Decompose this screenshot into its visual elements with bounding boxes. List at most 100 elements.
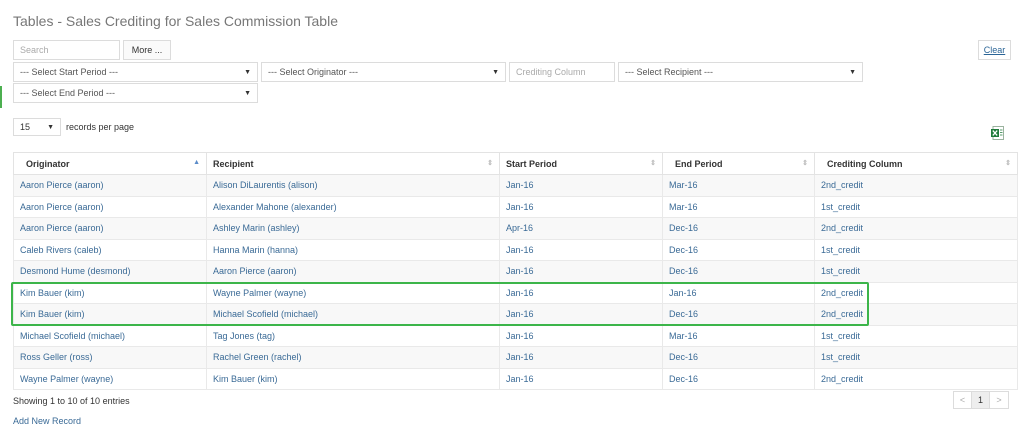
cell-end-period[interactable]: Jan-16 [662,282,815,304]
cell-recipient[interactable]: Rachel Green (rachel) [206,346,500,369]
cell-end-period[interactable]: Dec-16 [662,217,815,240]
sort-icon: ⇕ [650,160,656,167]
cell-end-period[interactable]: Dec-16 [662,260,815,283]
table-row[interactable]: Michael Scofield (michael) Tag Jones (tag… [13,325,1018,347]
table-row[interactable]: Aaron Pierce (aaron) Alison DiLaurentis (… [13,174,1018,197]
sort-icon: ⇕ [1005,160,1011,167]
add-new-record-link[interactable]: Add New Record [13,416,81,426]
cell-start-period[interactable]: Apr-16 [499,217,663,240]
table-row[interactable]: Aaron Pierce (aaron) Alexander Mahone (al… [13,196,1018,218]
more-button[interactable]: More ... [123,40,171,60]
cell-originator[interactable]: Kim Bauer (kim) [13,303,207,326]
cell-originator[interactable]: Desmond Hume (desmond) [13,260,207,283]
cell-originator[interactable]: Caleb Rivers (caleb) [13,239,207,261]
end-period-value: --- Select End Period --- [20,88,116,98]
crediting-column-input[interactable]: Crediting Column [509,62,615,82]
cell-start-period[interactable]: Jan-16 [499,196,663,218]
start-period-select[interactable]: --- Select Start Period --- ▼ [13,62,258,82]
cell-originator[interactable]: Aaron Pierce (aaron) [13,196,207,218]
recipient-select[interactable]: --- Select Recipient --- ▼ [618,62,863,82]
cell-start-period[interactable]: Jan-16 [499,174,663,197]
cell-originator[interactable]: Kim Bauer (kim) [13,282,207,304]
records-per-page-value: 15 [20,122,31,132]
table-row[interactable]: Ross Geller (ross) Rachel Green (rachel) J… [13,346,1018,369]
column-header-start-period[interactable]: Start Period ⇕ [499,152,663,175]
search-input[interactable]: Search [13,40,120,60]
column-header-originator[interactable]: Originator ▲ [13,152,207,175]
cell-recipient[interactable]: Ashley Marin (ashley) [206,217,500,240]
cell-start-period[interactable]: Jan-16 [499,325,663,347]
pagination-prev-button[interactable]: < [954,392,972,408]
start-period-value: --- Select Start Period --- [20,67,119,77]
chevron-down-icon: ▼ [849,68,856,76]
chevron-down-icon: ▼ [244,68,251,76]
cell-recipient[interactable]: Tag Jones (tag) [206,325,500,347]
table-header-row: Originator ▲ Recipient ⇕ Start Period ⇕ … [13,152,1018,175]
page-title: Tables - Sales Crediting for Sales Commi… [13,13,338,29]
chevron-down-icon: ▼ [244,89,251,97]
cell-end-period[interactable]: Dec-16 [662,303,815,326]
cell-end-period[interactable]: Mar-16 [662,325,815,347]
cell-crediting-column[interactable]: 1st_credit [814,346,1018,369]
cell-end-period[interactable]: Dec-16 [662,346,815,369]
cell-recipient[interactable]: Alison DiLaurentis (alison) [206,174,500,197]
left-accent-bar [0,86,2,108]
cell-crediting-column[interactable]: 2nd_credit [814,368,1018,390]
cell-recipient[interactable]: Wayne Palmer (wayne) [206,282,500,304]
end-period-select[interactable]: --- Select End Period --- ▼ [13,83,258,103]
cell-crediting-column[interactable]: 2nd_credit [814,174,1018,197]
cell-crediting-column[interactable]: 1st_credit [814,196,1018,218]
cell-recipient[interactable]: Hanna Marin (hanna) [206,239,500,261]
cell-originator[interactable]: Wayne Palmer (wayne) [13,368,207,390]
cell-end-period[interactable]: Dec-16 [662,368,815,390]
cell-start-period[interactable]: Jan-16 [499,239,663,261]
originator-value: --- Select Originator --- [268,67,359,77]
records-per-page-select[interactable]: 15 ▼ [13,118,61,136]
cell-end-period[interactable]: Dec-16 [662,239,815,261]
pagination-page-button[interactable]: 1 [972,392,990,408]
table-row[interactable]: Kim Bauer (kim) Wayne Palmer (wayne) Jan-1… [13,282,1018,304]
cell-crediting-column[interactable]: 1st_credit [814,325,1018,347]
cell-crediting-column[interactable]: 2nd_credit [814,303,1018,326]
chevron-down-icon: ▼ [47,123,54,131]
table-row[interactable]: Kim Bauer (kim) Michael Scofield (michael… [13,303,1018,326]
cell-start-period[interactable]: Jan-16 [499,260,663,283]
cell-crediting-column[interactable]: 1st_credit [814,239,1018,261]
cell-start-period[interactable]: Jan-16 [499,368,663,390]
recipient-value: --- Select Recipient --- [625,67,714,77]
cell-originator[interactable]: Aaron Pierce (aaron) [13,174,207,197]
cell-start-period[interactable]: Jan-16 [499,282,663,304]
cell-end-period[interactable]: Mar-16 [662,174,815,197]
cell-recipient[interactable]: Alexander Mahone (alexander) [206,196,500,218]
table-row[interactable]: Desmond Hume (desmond) Aaron Pierce (aaro… [13,260,1018,283]
sort-icon: ⇕ [487,160,493,167]
originator-select[interactable]: --- Select Originator --- ▼ [261,62,506,82]
column-header-recipient[interactable]: Recipient ⇕ [206,152,500,175]
records-per-page-label: records per page [66,122,135,132]
cell-originator[interactable]: Ross Geller (ross) [13,346,207,369]
clear-button[interactable]: Clear [978,40,1011,60]
cell-originator[interactable]: Aaron Pierce (aaron) [13,217,207,240]
cell-crediting-column[interactable]: 2nd_credit [814,217,1018,240]
column-header-end-period[interactable]: End Period ⇕ [662,152,815,175]
column-header-crediting-column[interactable]: Crediting Column ⇕ [814,152,1018,175]
sort-icon: ⇕ [802,160,808,167]
excel-export-icon[interactable] [991,126,1004,140]
pagination: < 1 > [953,391,1009,409]
table-row[interactable]: Aaron Pierce (aaron) Ashley Marin (ashley… [13,217,1018,240]
entries-summary: Showing 1 to 10 of 10 entries [13,396,130,406]
pagination-next-button[interactable]: > [990,392,1008,408]
table-row[interactable]: Wayne Palmer (wayne) Kim Bauer (kim) Jan-1… [13,368,1018,390]
table-row[interactable]: Caleb Rivers (caleb) Hanna Marin (hanna) J… [13,239,1018,261]
chevron-down-icon: ▼ [492,68,499,76]
cell-recipient[interactable]: Kim Bauer (kim) [206,368,500,390]
cell-crediting-column[interactable]: 2nd_credit [814,282,1018,304]
cell-recipient[interactable]: Aaron Pierce (aaron) [206,260,500,283]
cell-start-period[interactable]: Jan-16 [499,346,663,369]
cell-start-period[interactable]: Jan-16 [499,303,663,326]
cell-crediting-column[interactable]: 1st_credit [814,260,1018,283]
cell-recipient[interactable]: Michael Scofield (michael) [206,303,500,326]
cell-end-period[interactable]: Mar-16 [662,196,815,218]
sort-ascending-icon: ▲ [193,159,200,166]
cell-originator[interactable]: Michael Scofield (michael) [13,325,207,347]
